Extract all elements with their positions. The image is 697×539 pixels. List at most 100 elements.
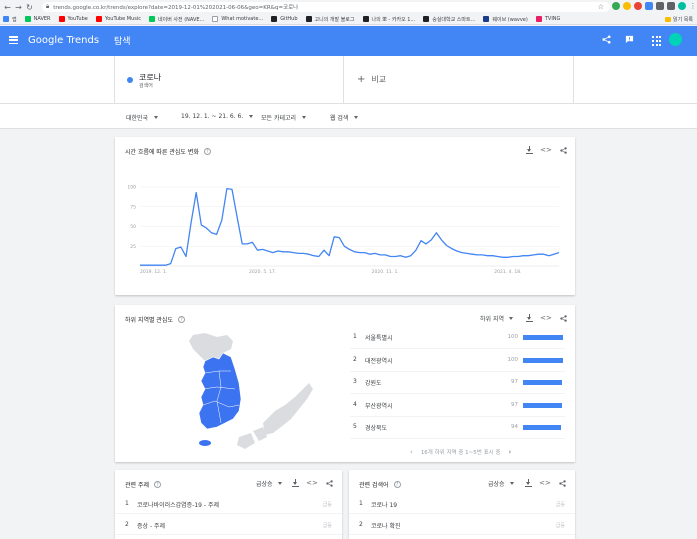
help-icon[interactable]: ? xyxy=(154,481,161,488)
avatar[interactable] xyxy=(669,33,682,46)
menu-icon[interactable] xyxy=(9,36,18,44)
region-bar xyxy=(523,380,562,385)
bookmark-label: 숭실대학교 스마트... xyxy=(432,16,476,23)
share-icon[interactable] xyxy=(325,479,333,487)
term-item[interactable]: 코로나 검색어 xyxy=(115,56,344,103)
term-color-dot xyxy=(127,77,133,83)
bookmark-item[interactable]: GitHub xyxy=(271,16,298,22)
bookmark-star-icon[interactable]: ☆ xyxy=(598,3,604,11)
browser-toolbar: ← → ↻ 🔒︎ trends.google.co.kr/trends/expl… xyxy=(0,0,697,14)
address-bar[interactable]: 🔒︎ trends.google.co.kr/trends/explore?da… xyxy=(42,2,610,12)
bookmark-item[interactable]: 앱 xyxy=(3,16,17,23)
region-name: 대전광역시 xyxy=(365,357,393,365)
x-tick-label: 2019. 12. 1. xyxy=(140,269,167,275)
category-filter[interactable]: 모든 카테고리 xyxy=(261,113,307,122)
card-title: 하위 지역별 관심도 ? xyxy=(125,315,185,324)
related-row[interactable]: 1 코로나바이러스감염증-19 - 주제 급등 xyxy=(115,495,342,514)
bookmark-item[interactable]: 숭실대학교 스마트... xyxy=(423,16,475,23)
related-row[interactable]: 2 증상 - 주제 급등 xyxy=(115,516,342,535)
chevron-left-icon[interactable]: ‹ xyxy=(410,448,413,456)
region-row[interactable]: 3 강원도 97 xyxy=(350,372,565,394)
help-icon[interactable]: ? xyxy=(177,316,185,323)
related-rank: 2 xyxy=(359,521,363,528)
region-row[interactable]: 5 경상북도 94 xyxy=(350,417,565,439)
extension-icon[interactable] xyxy=(656,2,664,10)
share-icon[interactable] xyxy=(601,35,611,45)
related-rank: 2 xyxy=(125,521,129,528)
bookmark-favicon-icon xyxy=(483,16,490,22)
bookmark-label: 네이버 사전 (NAVE... xyxy=(158,16,205,23)
related-name: 코로나바이러스감염증-19 - 주제 xyxy=(137,502,220,509)
related-topics-metric-label: 급상승 xyxy=(256,481,273,488)
map-region-japan xyxy=(263,383,313,435)
related-queries-metric-dropdown[interactable]: 급상승 xyxy=(488,479,514,488)
back-icon[interactable]: ← xyxy=(2,1,13,13)
download-icon[interactable] xyxy=(526,314,533,322)
korea-region-map[interactable] xyxy=(135,327,325,457)
filter-row: 대한민국 19. 12. 1. ~ 21. 6. 6. 모든 카테고리 웹 검색 xyxy=(0,103,697,129)
bookmark-item[interactable]: 나의 뽀 - 카카오 1... xyxy=(362,16,415,23)
embed-code-icon[interactable]: <> xyxy=(540,314,552,322)
bookmark-item[interactable]: 네이버 사전 (NAVE... xyxy=(149,16,204,23)
extension-icon[interactable] xyxy=(623,2,631,10)
extension-icon[interactable] xyxy=(634,2,642,10)
bookmark-item[interactable]: 고니의 개발 블로그 xyxy=(305,16,355,23)
compare-label: 비교 xyxy=(371,75,387,84)
search-type-filter[interactable]: 웹 검색 xyxy=(330,113,359,122)
bookmark-favicon-icon xyxy=(423,16,430,22)
date-filter[interactable]: 19. 12. 1. ~ 21. 6. 6. xyxy=(181,113,254,120)
download-icon[interactable] xyxy=(292,479,299,487)
forward-icon[interactable]: → xyxy=(13,1,24,13)
google-trends-logo[interactable]: Google Trends xyxy=(28,35,99,46)
bookmark-label: YouTube xyxy=(67,16,88,22)
bookmark-item[interactable]: 웨이브 (wavve) xyxy=(483,16,528,23)
bookmark-favicon-icon xyxy=(362,16,369,22)
bookmark-item[interactable]: TVING xyxy=(535,16,560,22)
bookmark-item[interactable]: What motivate... xyxy=(212,16,263,22)
download-icon[interactable] xyxy=(525,479,532,487)
related-topics-title: 관련 주제 xyxy=(125,482,149,489)
embed-code-icon[interactable]: <> xyxy=(306,479,318,487)
region-filter[interactable]: 대한민국 xyxy=(126,113,159,122)
subregion-dropdown-label: 하위 지역 xyxy=(480,316,504,323)
more-vert-icon[interactable]: ⋮ xyxy=(689,2,697,10)
region-rank: 2 xyxy=(353,355,357,363)
region-row[interactable]: 1 서울특별시 100 xyxy=(350,327,565,349)
apps-grid-icon[interactable] xyxy=(652,36,662,46)
bookmark-item[interactable]: YouTube xyxy=(58,16,88,22)
feedback-icon[interactable] xyxy=(624,35,634,45)
related-row[interactable]: 1 코로나 19 급등 xyxy=(349,495,575,514)
share-icon[interactable] xyxy=(558,479,566,487)
chevron-down-icon xyxy=(249,115,254,118)
region-bar xyxy=(523,425,561,430)
reload-icon[interactable]: ↻ xyxy=(24,1,35,13)
region-value: 97 xyxy=(511,401,518,408)
subregion-dropdown[interactable]: 하위 지역 xyxy=(480,314,513,323)
bookmark-item[interactable]: YouTube Music xyxy=(95,16,141,22)
profile-avatar-icon[interactable] xyxy=(678,2,686,10)
related-queries-metric-label: 급상승 xyxy=(488,481,505,488)
embed-code-icon[interactable]: <> xyxy=(539,479,551,487)
extension-icon[interactable] xyxy=(645,2,653,10)
related-row[interactable]: 2 코로나 확진 급등 xyxy=(349,516,575,535)
extension-icon[interactable] xyxy=(612,2,620,10)
share-icon[interactable] xyxy=(559,314,567,322)
region-row[interactable]: 2 대전광역시 100 xyxy=(350,350,565,372)
y-tick-label: 50 xyxy=(130,224,136,230)
help-icon[interactable]: ? xyxy=(393,481,401,488)
series-line[interactable] xyxy=(140,187,560,266)
related-rank: 1 xyxy=(125,500,129,507)
interest-over-time-card: 시간 흐름에 따른 관심도 변화 ? <> 25 50 75 100 2019. 12.… xyxy=(115,137,575,295)
region-row[interactable]: 4 부산광역시 97 xyxy=(350,395,565,417)
card-tools: <> xyxy=(292,479,333,487)
bookmark-item[interactable]: NAVER xyxy=(24,16,51,22)
compare-button[interactable]: + 비교 xyxy=(357,74,386,85)
map-region-jeju xyxy=(199,440,211,446)
chevron-right-icon[interactable]: › xyxy=(509,448,512,456)
x-tick-label: 2021. 4. 18. xyxy=(494,269,521,275)
puzzle-icon[interactable] xyxy=(667,2,675,10)
related-queries-card: 관련 검색어 ? 급상승 <> 1 코로나 19 급등 2 코로나 확진 급등 xyxy=(349,470,575,539)
other-bookmarks[interactable]: 읽기 목록 xyxy=(665,16,693,23)
related-topics-metric-dropdown[interactable]: 급상승 xyxy=(256,479,282,488)
bookmark-favicon-icon xyxy=(3,16,9,22)
